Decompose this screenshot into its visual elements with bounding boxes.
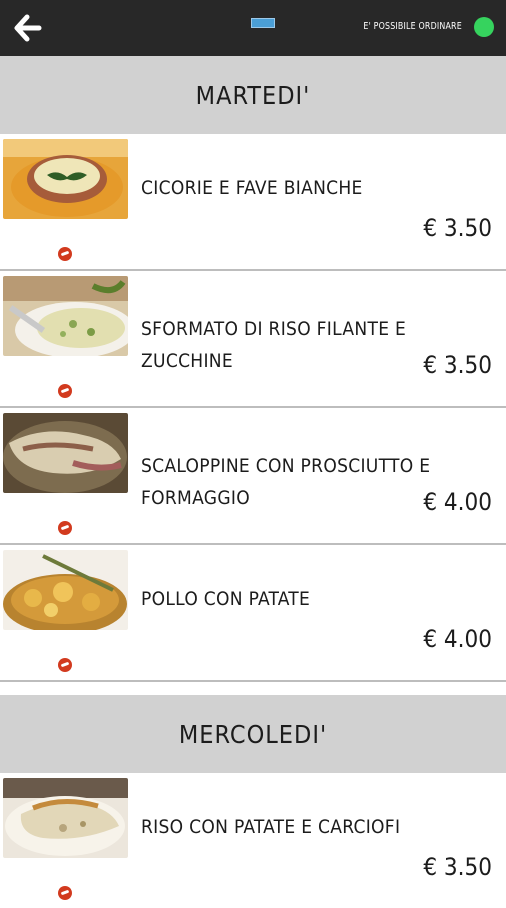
tag-icon [58,658,72,672]
item-price: € 4.00 [423,625,492,653]
item-name: POLLO CON PATATE [141,588,311,610]
order-status-text: E' POSSIBILE ORDINARE [363,21,462,32]
order-status-indicator [474,17,494,37]
rice-dish-icon [3,276,128,356]
item-name: RISO CON PATATE E CARCIOFI [141,816,401,838]
soup-icon [3,139,128,219]
menu-item[interactable]: CICORIE E FAVE BIANCHE € 3.50 [0,134,506,271]
menu-item[interactable]: SFORMATO DI RISO FILANTE E ZUCCHINE € 3.… [0,271,506,408]
menu-item[interactable]: POLLO CON PATATE € 4.00 [0,545,506,682]
day-header-mercoledi: MERCOLEDI' [0,695,506,773]
menu-item[interactable]: RISO CON PATATE E CARCIOFI € 3.50 [0,773,506,908]
item-price: € 3.50 [423,214,492,242]
tag-icon [58,521,72,535]
item-price: € 4.00 [423,488,492,516]
back-button[interactable] [10,11,44,45]
scaloppine-icon [3,413,128,493]
day-header-martedi: MARTEDI' [0,56,506,134]
top-app-bar: E' POSSIBILE ORDINARE [0,0,506,56]
chicken-icon [3,550,128,630]
item-name: CICORIE E FAVE BIANCHE [141,177,363,199]
battery-icon [251,18,275,28]
tag-icon [58,247,72,261]
tag-icon [58,384,72,398]
item-price: € 3.50 [423,853,492,881]
item-price: € 3.50 [423,351,492,379]
back-arrow-icon [14,14,42,42]
menu-item[interactable]: SCALOPPINE CON PROSCIUTTO E FORMAGGIO € … [0,408,506,545]
rice-potato-icon [3,778,128,858]
tag-icon [58,886,72,900]
